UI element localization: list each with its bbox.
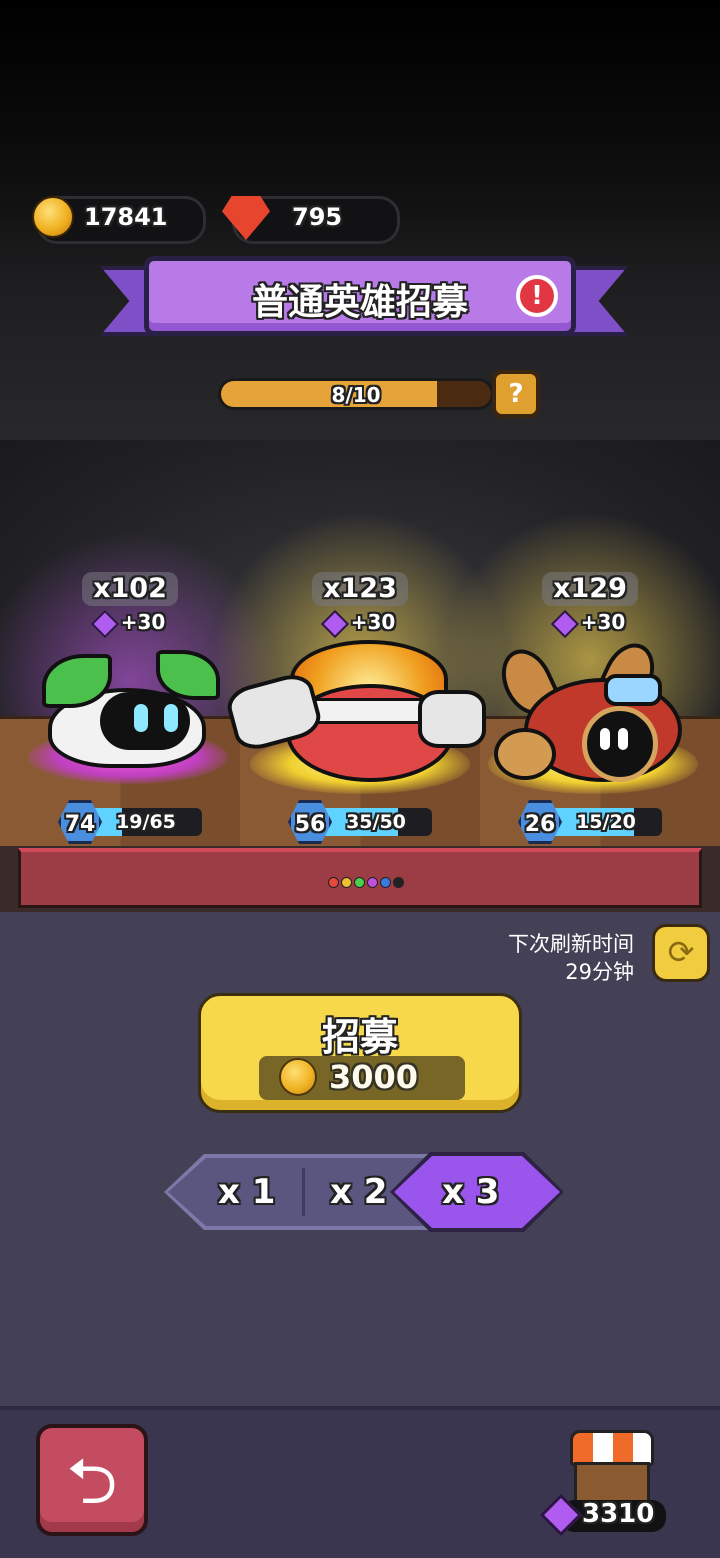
coin-amount: 17841 [84,203,168,231]
title-banner: 普通英雄招募 [144,256,576,336]
alert-icon[interactable]: ! [516,275,558,317]
page-dot [380,877,391,888]
page-dot [367,877,378,888]
hero-xp-bar: 15/20 [550,808,662,836]
hero-count: x102 [82,572,178,606]
progress-text: 8/10 [331,383,381,407]
recruit-label: 招募 [321,1015,398,1059]
gem-icon [320,609,349,638]
gem-bonus-value: +30 [580,610,626,634]
hero-eye-left [600,728,610,750]
coin-icon [279,1058,317,1096]
page-dot [341,877,352,888]
back-arrow-icon: ⮌ [66,1445,118,1519]
gem-amount: 795 [292,203,343,231]
hero-aviator-bomb[interactable] [491,635,690,782]
page-dot [393,877,404,888]
hero-sprout-robot[interactable] [38,650,220,770]
gem-icon [90,609,119,638]
recruit-price-value: 3000 [329,1058,419,1096]
recruit-price: 3000 [259,1056,465,1100]
shop-gem-amount: 3310 [582,1499,655,1529]
xp-text: 15/20 [576,811,636,833]
hero-gem-bonus: +30 [542,609,638,638]
back-button[interactable]: ⮌ [36,1424,148,1536]
recruit-button[interactable]: 招募 3000 [198,993,522,1113]
multiplier-x2[interactable]: x 2 [330,1172,387,1212]
coin-icon [32,196,74,238]
hero-xp-bar: 19/65 [90,808,202,836]
help-icon[interactable]: ? [492,370,540,418]
hero-eye-right [618,728,628,750]
multiplier-selector: x 1 x 2 x 3 [164,1152,564,1232]
hero-count: x123 [312,572,408,606]
multiplier-x3: x 3 [442,1172,500,1212]
shop-icon[interactable] [570,1430,654,1466]
refresh-label: 下次刷新时间 [508,932,634,956]
page-dot [328,877,339,888]
multiplier-x1[interactable]: x 1 [218,1172,275,1212]
hero-eye-right [164,704,178,732]
hero-eye-left [134,704,148,732]
hero-gem-bonus: +30 [312,609,408,638]
hero-flame-warrior[interactable] [223,640,486,782]
hero-xp-bar: 35/50 [320,808,432,836]
hero-count: x129 [542,572,638,606]
hero-arm-right [418,690,486,748]
xp-text: 35/50 [346,811,406,833]
hero-barrel [494,728,556,780]
recruit-progress-bar: 8/10 [218,378,494,410]
page-title: 普通英雄招募 [251,282,468,323]
hero-gem-bonus: +30 [82,609,178,638]
page-dot [354,877,365,888]
refresh-time: 29分钟 [565,960,634,984]
multiplier-divider [302,1168,305,1216]
page-indicator [328,877,404,888]
gem-bonus-value: +30 [120,610,166,634]
gem-icon [550,609,579,638]
gem-bonus-value: +30 [350,610,396,634]
refresh-icon[interactable]: ⟳ [652,924,710,982]
xp-text: 19/65 [116,811,176,833]
hero-goggles [604,674,662,706]
